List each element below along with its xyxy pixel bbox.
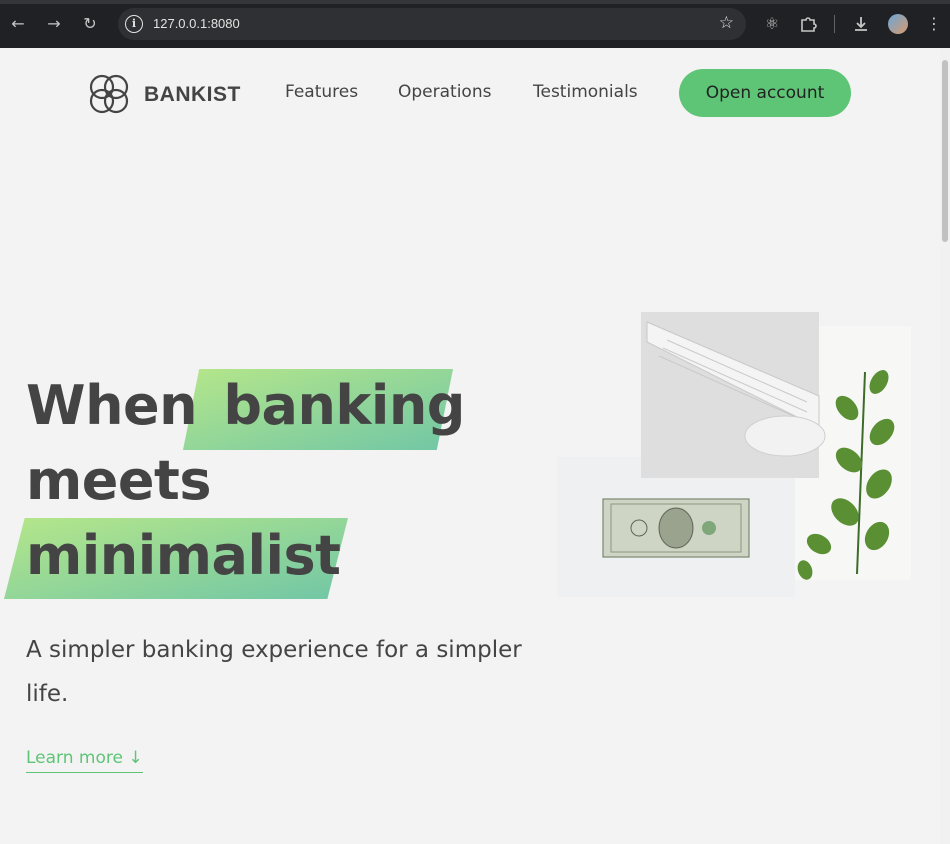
url-text[interactable]: 127.0.0.1:8080 bbox=[153, 16, 240, 31]
hero-heading-line1: When banking bbox=[26, 374, 465, 437]
reload-icon[interactable]: ↻ bbox=[78, 12, 102, 36]
site-info-icon[interactable]: i bbox=[125, 15, 143, 33]
profile-avatar[interactable] bbox=[888, 14, 908, 34]
nav-link-operations[interactable]: Operations bbox=[398, 82, 491, 102]
bookmark-star-icon[interactable]: ☆ bbox=[719, 13, 734, 33]
learn-more-link[interactable]: Learn more ↓ bbox=[26, 748, 143, 773]
open-account-button[interactable]: Open account bbox=[679, 69, 851, 117]
extensions-icon[interactable] bbox=[796, 12, 820, 36]
bill-portrait bbox=[658, 507, 694, 549]
back-arrow-icon[interactable]: ← bbox=[6, 12, 30, 36]
bill-seal-right bbox=[702, 521, 716, 535]
menu-kebab-icon[interactable]: ⋮ bbox=[922, 12, 946, 36]
scrollbar-thumb[interactable] bbox=[942, 60, 948, 242]
hero-word-when: When bbox=[26, 374, 198, 437]
mouse bbox=[744, 415, 826, 457]
downloads-icon[interactable] bbox=[849, 12, 873, 36]
react-devtools-icon[interactable]: ⚛ bbox=[760, 12, 784, 36]
address-bar[interactable]: i 127.0.0.1:8080 ☆ bbox=[118, 8, 746, 40]
hero-word-banking: banking bbox=[223, 374, 465, 437]
toolbar-separator bbox=[834, 15, 835, 33]
hero-heading-line3: minimalist bbox=[26, 524, 341, 587]
bankist-logo-icon[interactable] bbox=[86, 71, 132, 117]
hero-heading-line2: meets bbox=[26, 449, 211, 512]
tab-strip bbox=[0, 0, 950, 4]
hero-subtitle: A simpler banking experience for a simpl… bbox=[26, 637, 522, 707]
hero-illustration bbox=[557, 312, 911, 597]
browser-toolbar: ← → ↻ i 127.0.0.1:8080 ☆ ⚛ ⋮ bbox=[0, 0, 950, 48]
bankist-page: BANKIST Features Operations Testimonials… bbox=[0, 48, 940, 844]
forward-arrow-icon[interactable]: → bbox=[42, 12, 66, 36]
brand-name[interactable]: BANKIST bbox=[144, 83, 241, 107]
nav-link-features[interactable]: Features bbox=[285, 82, 358, 102]
nav-link-testimonials[interactable]: Testimonials bbox=[533, 82, 638, 102]
